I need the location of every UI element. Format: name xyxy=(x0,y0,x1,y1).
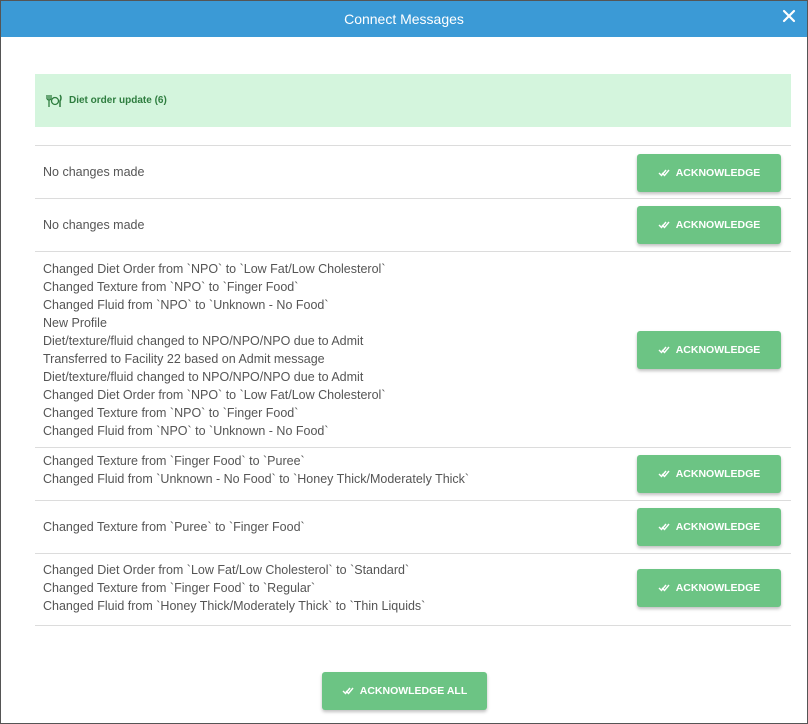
message-line: Changed Texture from `Finger Food` to `P… xyxy=(43,454,305,468)
acknowledge-button[interactable]: ACKNOWLEDGE xyxy=(637,455,781,493)
message-row: No changes made ACKNOWLEDGE xyxy=(35,146,791,199)
message-row: Changed Texture from `Finger Food` to `P… xyxy=(35,448,791,501)
acknowledge-all-button[interactable]: ACKNOWLEDGE ALL xyxy=(322,672,487,710)
message-line: Changed Diet Order from `NPO` to `Low Fa… xyxy=(43,388,386,402)
close-icon[interactable] xyxy=(779,7,799,27)
message-line: No changes made xyxy=(43,165,145,179)
double-check-icon xyxy=(342,686,354,696)
diet-order-banner: Diet order update (6) xyxy=(35,74,791,127)
acknowledge-button[interactable]: ACKNOWLEDGE xyxy=(637,569,781,607)
acknowledge-label: ACKNOWLEDGE xyxy=(675,219,761,231)
double-check-icon xyxy=(658,345,670,355)
message-text: Changed Diet Order from `NPO` to `Low Fa… xyxy=(43,260,386,440)
double-check-icon xyxy=(658,220,670,230)
message-row: Changed Diet Order from `NPO` to `Low Fa… xyxy=(35,252,791,448)
message-line: Changed Texture from `Puree` to `Finger … xyxy=(43,520,305,534)
message-row: No changes made ACKNOWLEDGE xyxy=(35,199,791,252)
acknowledge-button[interactable]: ACKNOWLEDGE xyxy=(637,508,781,546)
message-line: Diet/texture/fluid changed to NPO/NPO/NP… xyxy=(43,370,364,384)
banner-text: Diet order update (6) xyxy=(69,95,167,106)
message-line: Changed Fluid from `NPO` to `Unknown - N… xyxy=(43,424,329,438)
message-line: Changed Texture from `Finger Food` to `R… xyxy=(43,581,316,595)
message-line: Changed Texture from `NPO` to `Finger Fo… xyxy=(43,280,299,294)
message-text: No changes made xyxy=(43,216,144,234)
double-check-icon xyxy=(658,583,670,593)
message-list: No changes made ACKNOWLEDGE No changes mad… xyxy=(35,145,791,626)
message-line: New Profile xyxy=(43,316,107,330)
message-row: Changed Diet Order from `Low Fat/Low Cho… xyxy=(35,554,791,626)
dialog-title: Connect Messages xyxy=(344,11,464,27)
message-text: Changed Texture from `Puree` to `Finger … xyxy=(43,518,305,536)
titlebar: Connect Messages xyxy=(1,1,807,37)
acknowledge-label: ACKNOWLEDGE xyxy=(675,344,761,356)
double-check-icon xyxy=(658,522,670,532)
utensils-icon xyxy=(45,94,63,108)
message-text: Changed Diet Order from `Low Fat/Low Cho… xyxy=(43,561,425,615)
acknowledge-all-label: ACKNOWLEDGE ALL xyxy=(359,685,468,697)
message-line: Diet/texture/fluid changed to NPO/NPO/NP… xyxy=(43,334,364,348)
acknowledge-label: ACKNOWLEDGE xyxy=(675,468,761,480)
message-line: Changed Fluid from `Unknown - No Food` t… xyxy=(43,472,470,486)
message-line: Transferred to Facility 22 based on Admi… xyxy=(43,352,325,366)
double-check-icon xyxy=(658,168,670,178)
message-line: Changed Texture from `NPO` to `Finger Fo… xyxy=(43,406,299,420)
double-check-icon xyxy=(658,469,670,479)
message-line: Changed Fluid from `NPO` to `Unknown - N… xyxy=(43,298,329,312)
acknowledge-label: ACKNOWLEDGE xyxy=(675,521,761,533)
acknowledge-button[interactable]: ACKNOWLEDGE xyxy=(637,331,781,369)
acknowledge-label: ACKNOWLEDGE xyxy=(675,167,761,179)
message-line: No changes made xyxy=(43,218,145,232)
acknowledge-label: ACKNOWLEDGE xyxy=(675,582,761,594)
message-text: No changes made xyxy=(43,163,144,181)
message-text: Changed Texture from `Finger Food` to `P… xyxy=(43,452,469,488)
message-line: Changed Diet Order from `Low Fat/Low Cho… xyxy=(43,563,410,577)
acknowledge-button[interactable]: ACKNOWLEDGE xyxy=(637,154,781,192)
message-row: Changed Texture from `Puree` to `Finger … xyxy=(35,501,791,554)
acknowledge-button[interactable]: ACKNOWLEDGE xyxy=(637,206,781,244)
connect-messages-dialog: Connect Messages Diet order update (6) N… xyxy=(0,0,808,724)
message-line: Changed Diet Order from `NPO` to `Low Fa… xyxy=(43,262,386,276)
message-line: Changed Fluid from `Honey Thick/Moderate… xyxy=(43,599,426,613)
